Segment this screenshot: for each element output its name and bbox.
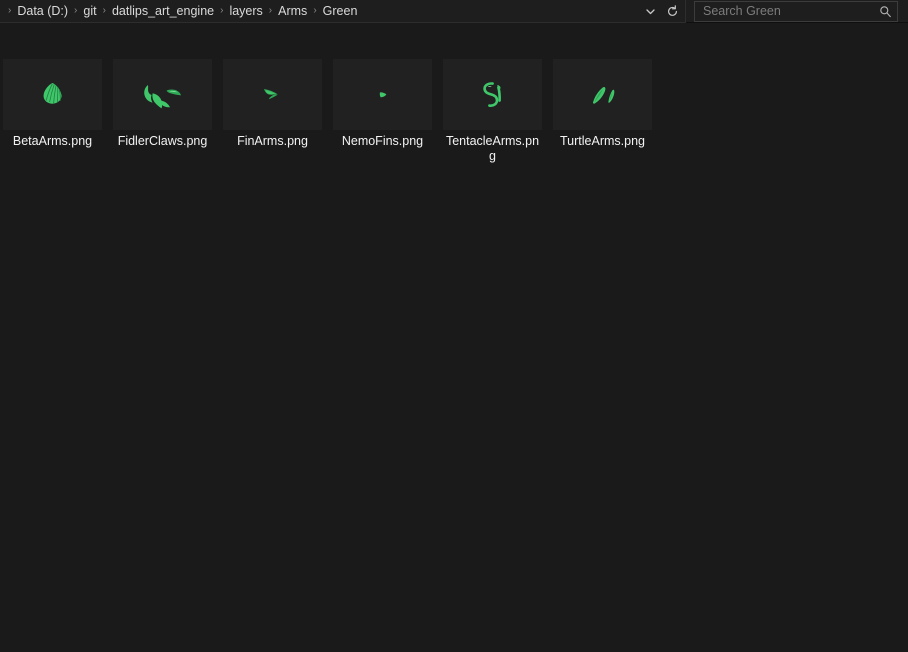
- file-tile[interactable]: BetaArms.png: [3, 59, 102, 149]
- breadcrumb-separator-icon: ›: [220, 5, 224, 16]
- breadcrumb-separator-icon: ›: [74, 5, 78, 16]
- file-tile[interactable]: NemoFins.png: [333, 59, 432, 149]
- flipper-thumbnail[interactable]: [553, 59, 652, 130]
- chevron-down-icon[interactable]: [643, 4, 658, 19]
- search-icon[interactable]: [877, 4, 893, 20]
- breadcrumb-item-green[interactable]: Green: [322, 0, 359, 22]
- claw-thumbnail[interactable]: [113, 59, 212, 130]
- fan-leaf-thumbnail[interactable]: [3, 59, 102, 130]
- file-name-label: BetaArms.png: [12, 134, 93, 148]
- refresh-icon[interactable]: [665, 4, 680, 19]
- breadcrumb-separator-icon: ›: [268, 5, 273, 16]
- file-name-label: TentacleArms.png: [445, 134, 540, 163]
- breadcrumb-item-layers[interactable]: layers: [228, 0, 263, 22]
- breadcrumb: › Data (D:) › git › datlips_art_engine ›…: [0, 0, 643, 22]
- file-grid: BetaArms.png FidlerClaws.png FinArms.png…: [3, 59, 908, 164]
- search-input[interactable]: Search Green: [703, 2, 877, 21]
- file-tile[interactable]: TentacleArms.png: [443, 59, 542, 164]
- file-name-label: FidlerClaws.png: [117, 134, 208, 148]
- breadcrumb-item-arms[interactable]: Arms: [277, 0, 308, 22]
- file-name-label: TurtleArms.png: [560, 134, 645, 148]
- file-tile[interactable]: FidlerClaws.png: [113, 59, 212, 149]
- file-name-label: NemoFins.png: [341, 134, 424, 148]
- breadcrumb-bar[interactable]: › Data (D:) › git › datlips_art_engine ›…: [0, 0, 686, 23]
- breadcrumb-separator-icon: ›: [8, 5, 12, 16]
- breadcrumb-item-git[interactable]: git: [82, 0, 97, 22]
- file-tile[interactable]: FinArms.png: [223, 59, 322, 149]
- file-name-label: FinArms.png: [237, 134, 308, 148]
- small-fin-thumbnail[interactable]: [333, 59, 432, 130]
- breadcrumb-item-datlips-art-engine[interactable]: datlips_art_engine: [111, 0, 215, 22]
- fin-thumbnail[interactable]: [223, 59, 322, 130]
- search-box[interactable]: Search Green: [694, 1, 898, 22]
- breadcrumb-separator-icon: ›: [313, 5, 317, 16]
- address-bar-controls: [643, 0, 685, 22]
- file-tile[interactable]: TurtleArms.png: [553, 59, 652, 149]
- address-bar: › Data (D:) › git › datlips_art_engine ›…: [0, 0, 908, 23]
- tentacle-thumbnail[interactable]: [443, 59, 542, 130]
- breadcrumb-separator-icon: ›: [102, 5, 106, 16]
- breadcrumb-item-data-d[interactable]: Data (D:): [16, 0, 69, 22]
- file-browser-content[interactable]: BetaArms.png FidlerClaws.png FinArms.png…: [0, 23, 908, 651]
